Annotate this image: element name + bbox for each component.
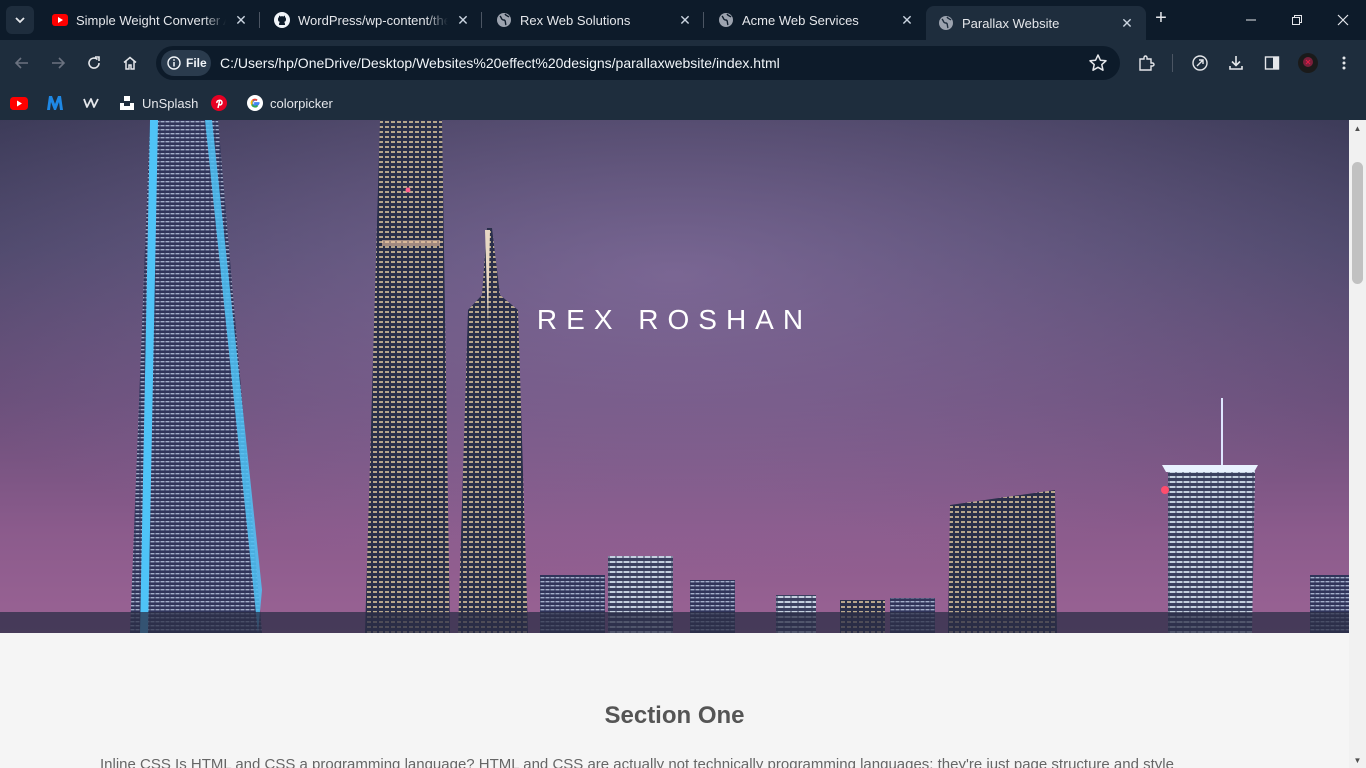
bookmark-unsplash[interactable]: UnSplash	[118, 92, 198, 114]
extensions-button[interactable]	[1132, 49, 1160, 77]
tab-title: Acme Web Services	[742, 12, 859, 28]
minimize-icon	[1246, 19, 1256, 21]
tab-close-button[interactable]: ✕	[454, 11, 472, 29]
scrollbar-thumb[interactable]	[1352, 162, 1363, 284]
bookmark-star-icon[interactable]	[1088, 53, 1108, 73]
unsplash-icon	[118, 94, 136, 112]
arrow-right-icon	[52, 57, 66, 69]
tab-1[interactable]: Simple Weight Converter Ap ✕	[40, 4, 260, 36]
minimize-button[interactable]	[1228, 0, 1274, 40]
restore-button[interactable]	[1274, 0, 1320, 40]
profile-button[interactable]	[1294, 49, 1322, 77]
section-paragraph: Inline CSS Is HTML and CSS a programming…	[100, 756, 1174, 768]
toolbar-separator	[1172, 54, 1173, 72]
avatar	[1298, 53, 1318, 73]
side-panel-button[interactable]	[1258, 49, 1286, 77]
tab-close-button[interactable]: ✕	[676, 11, 694, 29]
bookmark-youtube[interactable]	[10, 92, 34, 114]
download-icon	[1229, 56, 1243, 70]
globe-icon	[718, 12, 734, 28]
tab-title: Simple Weight Converter Ap	[76, 12, 226, 28]
city-skyline-image	[0, 120, 1349, 633]
reload-icon	[88, 56, 100, 69]
arrow-left-icon	[14, 57, 28, 69]
m-logo-icon	[46, 94, 64, 112]
tab-separator	[481, 12, 482, 28]
tab-strip: Simple Weight Converter Ap ✕ WordPress/w…	[0, 0, 1366, 40]
back-button[interactable]	[8, 49, 36, 77]
forward-button[interactable]	[44, 49, 72, 77]
bookmark-m[interactable]	[46, 92, 70, 114]
page-scrollbar[interactable]: ▲ ▼	[1349, 120, 1366, 768]
bookmark-webflow[interactable]	[82, 92, 106, 114]
home-button[interactable]	[116, 49, 144, 77]
bookmark-pinterest[interactable]	[210, 92, 234, 114]
chevron-down-icon	[15, 17, 25, 24]
side-panel-icon	[1264, 56, 1280, 70]
reload-button[interactable]	[80, 49, 108, 77]
close-window-button[interactable]	[1320, 0, 1366, 40]
performance-button[interactable]	[1186, 49, 1214, 77]
home-icon	[123, 56, 137, 70]
browser-toolbar: File C:/Users/hp/OneDrive/Desktop/Websit…	[0, 40, 1366, 86]
info-icon	[167, 56, 181, 70]
tab-separator	[703, 12, 704, 28]
site-info-label: File	[186, 56, 207, 70]
section-title: Section One	[604, 702, 745, 729]
restore-icon	[1292, 15, 1302, 25]
globe-icon	[938, 15, 954, 31]
new-tab-button[interactable]: +	[1150, 8, 1172, 30]
google-icon	[246, 94, 264, 112]
tab-5-active[interactable]: Parallax Website ✕	[926, 6, 1146, 40]
scroll-down-arrow-icon[interactable]: ▼	[1349, 752, 1366, 768]
tab-close-button[interactable]: ✕	[1118, 14, 1136, 32]
tab-separator	[259, 12, 260, 28]
tab-title: WordPress/wp-content/them	[298, 12, 448, 28]
hero-banner: REX ROSHAN	[0, 120, 1349, 633]
site-info-chip[interactable]: File	[161, 50, 211, 76]
pinterest-icon	[210, 94, 228, 112]
speed-leaf-icon	[1192, 55, 1208, 71]
tab-search-button[interactable]	[6, 6, 34, 34]
url-text[interactable]: C:/Users/hp/OneDrive/Desktop/Websites%20…	[220, 55, 780, 71]
page-viewport[interactable]: REX ROSHAN Section One Inline CSS Is HTM…	[0, 120, 1349, 768]
downloads-button[interactable]	[1222, 49, 1250, 77]
menu-button[interactable]	[1330, 49, 1358, 77]
webflow-icon	[82, 94, 100, 112]
tab-3[interactable]: Rex Web Solutions ✕	[484, 4, 704, 36]
tab-close-button[interactable]: ✕	[898, 11, 916, 29]
bookmark-label: colorpicker	[270, 95, 333, 111]
tab-close-button[interactable]: ✕	[232, 11, 250, 29]
kebab-menu-icon	[1342, 56, 1346, 70]
youtube-icon	[52, 12, 68, 28]
bookmark-label: UnSplash	[142, 95, 199, 111]
address-bar[interactable]: File C:/Users/hp/OneDrive/Desktop/Websit…	[156, 46, 1120, 80]
bookmarks-bar: UnSplash colorpicker	[0, 86, 1366, 120]
puzzle-icon	[1139, 55, 1155, 71]
hero-title: REX ROSHAN	[536, 304, 813, 335]
close-icon	[1337, 14, 1349, 26]
youtube-icon	[10, 94, 28, 112]
tab-title: Rex Web Solutions	[520, 12, 631, 28]
tab-2[interactable]: WordPress/wp-content/them ✕	[262, 4, 482, 36]
tab-title: Parallax Website	[962, 15, 1060, 31]
github-icon	[274, 12, 290, 28]
tab-4[interactable]: Acme Web Services ✕	[706, 4, 926, 36]
scroll-up-arrow-icon[interactable]: ▲	[1349, 120, 1366, 136]
bookmark-colorpicker[interactable]: colorpicker	[246, 92, 333, 114]
globe-icon	[496, 12, 512, 28]
